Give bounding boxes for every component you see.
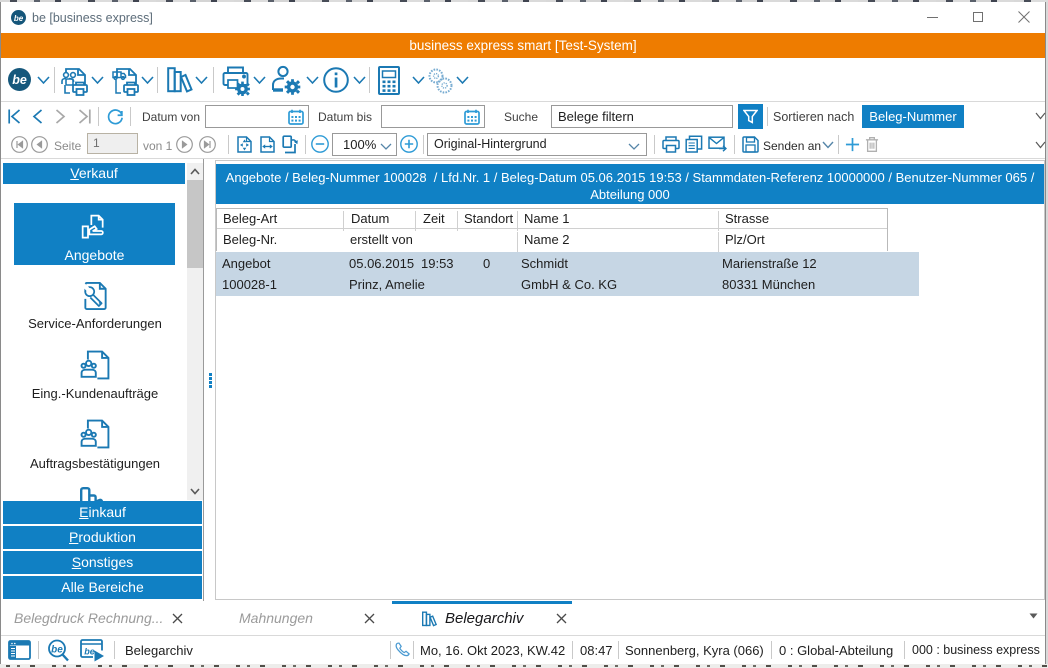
svg-text:be: be — [14, 14, 24, 23]
svg-text:be: be — [12, 73, 27, 87]
svg-text:be: be — [51, 645, 63, 656]
svg-text:be: be — [84, 647, 95, 657]
